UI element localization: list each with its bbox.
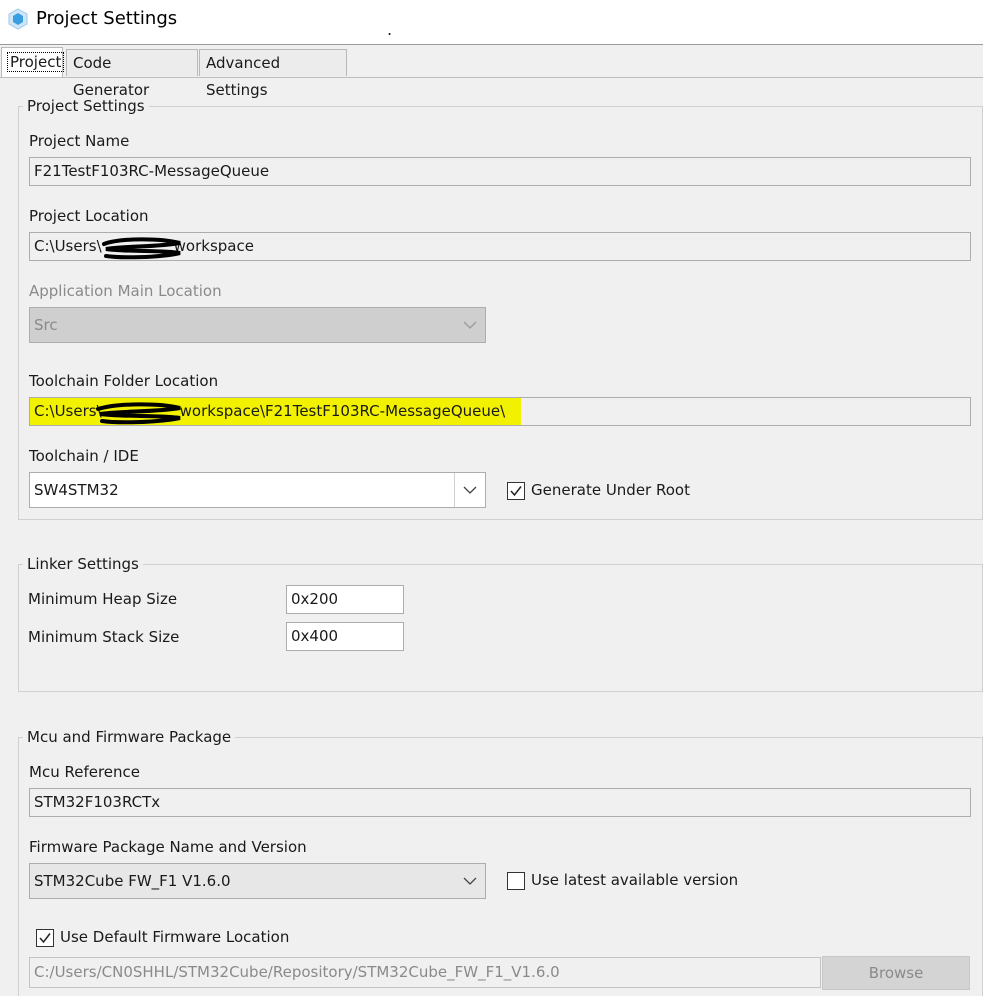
tab-advanced-settings-label: Advanced Settings (206, 54, 281, 99)
checkmark-icon (510, 486, 522, 497)
tab-project[interactable]: Project (1, 47, 65, 77)
use-latest-label: Use latest available version (531, 871, 739, 889)
project-name-label: Project Name (29, 132, 130, 150)
redaction-scribble (96, 402, 181, 425)
toolchain-ide-select[interactable]: SW4STM32 (29, 472, 486, 508)
window-title: Project Settings (36, 8, 178, 29)
mcu-reference-value: STM32F103RCTx (34, 793, 161, 811)
project-name-value: F21TestF103RC-MessageQueue (34, 162, 270, 180)
chevron-down-icon (455, 308, 485, 342)
title-mark: . (387, 20, 393, 39)
toolchain-ide-label: Toolchain / IDE (29, 447, 139, 465)
firmware-package-value: STM32Cube FW_F1 V1.6.0 (34, 872, 231, 890)
tab-code-generator[interactable]: Code Generator (66, 49, 198, 99)
toolchain-folder-suffix: workspace\F21TestF103RC-MessageQueue\ (179, 402, 506, 420)
firmware-location-field: C:/Users/CN0SHHL/STM32Cube/Repository/ST… (29, 957, 821, 988)
generate-under-root-checkbox[interactable] (507, 482, 525, 500)
min-heap-label: Minimum Heap Size (28, 590, 178, 608)
chevron-down-icon (454, 473, 485, 507)
toolchain-folder-label: Toolchain Folder Location (29, 372, 219, 390)
cube-icon (8, 8, 28, 30)
mcu-firmware-group-label: Mcu and Firmware Package (23, 728, 236, 746)
use-default-location-label: Use Default Firmware Location (60, 928, 290, 946)
redaction-scribble (102, 237, 181, 260)
mcu-reference-field[interactable]: STM32F103RCTx (29, 788, 971, 817)
mcu-reference-label: Mcu Reference (29, 763, 140, 781)
min-stack-value: 0x400 (291, 627, 339, 645)
checkmark-icon (39, 933, 51, 944)
app-main-location-label: Application Main Location (29, 282, 222, 300)
tab-project-label: Project (6, 52, 65, 72)
firmware-package-label: Firmware Package Name and Version (29, 838, 307, 856)
use-default-location-checkbox[interactable] (36, 929, 54, 947)
firmware-location-value: C:/Users/CN0SHHL/STM32Cube/Repository/ST… (34, 963, 560, 981)
tab-code-generator-label: Code Generator (73, 54, 150, 99)
tab-bar: Project Code Generator Advanced Settings (0, 45, 983, 99)
min-stack-field[interactable]: 0x400 (286, 622, 404, 651)
min-heap-field[interactable]: 0x200 (286, 585, 404, 614)
toolchain-folder-prefix: C:\Users\ (34, 402, 102, 420)
project-location-prefix: C:\Users\ (34, 237, 102, 255)
min-stack-label: Minimum Stack Size (28, 628, 180, 646)
browse-button[interactable]: Browse (822, 956, 970, 990)
project-location-label: Project Location (29, 207, 149, 225)
tab-advanced-settings[interactable]: Advanced Settings (199, 49, 347, 99)
firmware-package-select[interactable]: STM32Cube FW_F1 V1.6.0 (29, 863, 486, 899)
browse-button-label: Browse (868, 964, 924, 982)
title-bar: Project Settings . (0, 0, 983, 45)
toolchain-ide-value: SW4STM32 (34, 481, 119, 499)
project-settings-group-label: Project Settings (23, 97, 149, 115)
chevron-down-icon (455, 864, 485, 898)
use-latest-checkbox[interactable] (507, 872, 525, 890)
min-heap-value: 0x200 (291, 590, 339, 608)
app-main-location-select: Src (29, 307, 486, 343)
project-name-field[interactable]: F21TestF103RC-MessageQueue (29, 157, 971, 186)
project-location-suffix: workspace (173, 237, 254, 255)
app-main-location-value: Src (34, 316, 58, 334)
generate-under-root-label: Generate Under Root (531, 481, 690, 499)
linker-settings-group-label: Linker Settings (23, 555, 143, 573)
